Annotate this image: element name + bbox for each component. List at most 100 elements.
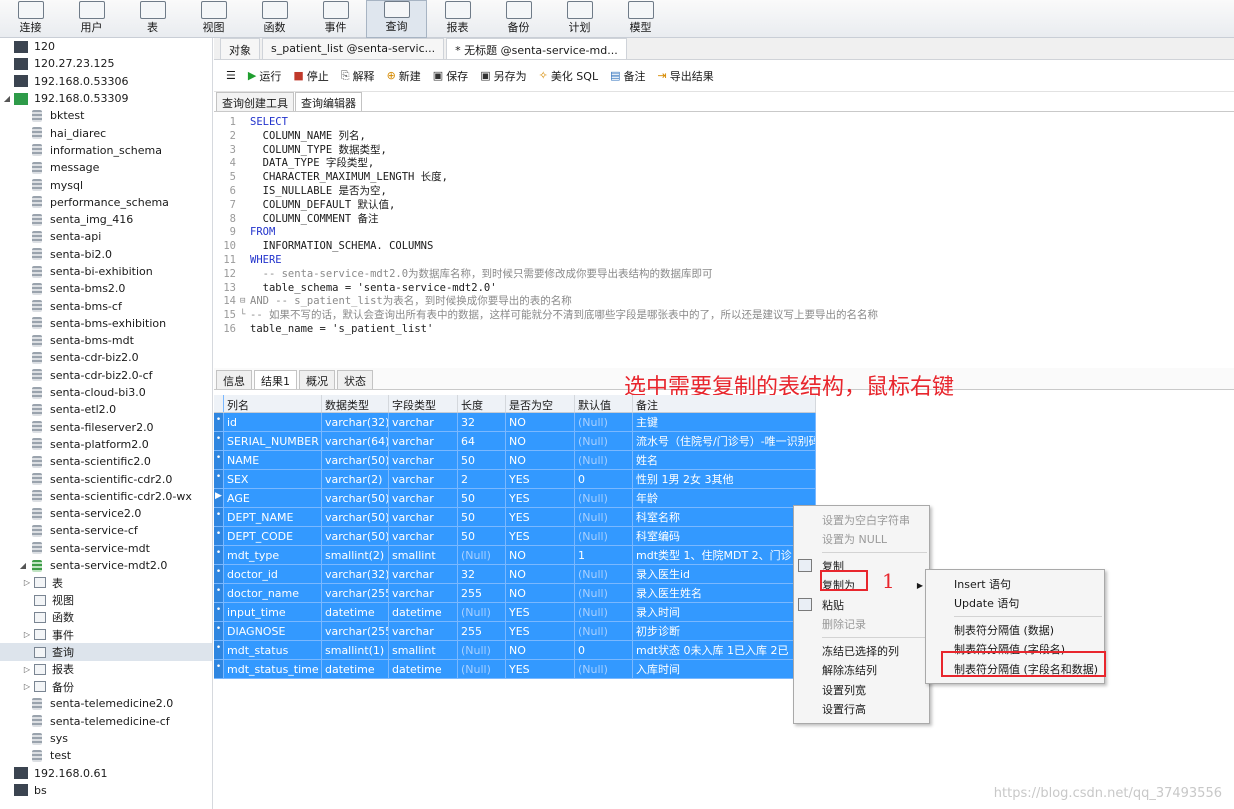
table-cell[interactable]: varchar: [389, 622, 458, 640]
table-cell[interactable]: NO: [506, 432, 575, 450]
table-cell[interactable]: doctor_name: [224, 584, 322, 602]
row-marker[interactable]: •: [214, 660, 224, 678]
tree-item[interactable]: 192.168.0.53306: [0, 73, 212, 90]
menu-item[interactable]: 冻结已选择的列: [794, 641, 929, 661]
table-row[interactable]: • mdt_type smallint(2) smallint (Null) NO 1 mdt…: [214, 546, 816, 565]
table-row[interactable]: •doctor_namevarchar(255)varchar255NO(Nul…: [214, 584, 816, 603]
table-cell[interactable]: varchar: [389, 527, 458, 545]
toolbar-button-8[interactable]: 备份: [488, 0, 549, 38]
row-marker[interactable]: •: [214, 508, 224, 526]
table-row[interactable]: • id varchar(32) varchar 32 NO (Null) 主键: [214, 413, 816, 432]
table-cell[interactable]: (Null): [575, 584, 633, 602]
tree-item[interactable]: senta-etl2.0: [0, 401, 212, 418]
table-cell[interactable]: (Null): [575, 527, 633, 545]
table-cell[interactable]: NO: [506, 584, 575, 602]
toolbar-button-1[interactable]: 用户: [61, 0, 122, 38]
table-cell[interactable]: SERIAL_NUMBER: [224, 432, 322, 450]
table-cell[interactable]: NO: [506, 413, 575, 431]
toolbar-button-10[interactable]: 模型: [610, 0, 671, 38]
toolbar-button-3[interactable]: 视图: [183, 0, 244, 38]
table-cell[interactable]: doctor_id: [224, 565, 322, 583]
row-marker[interactable]: •: [214, 641, 224, 659]
row-marker[interactable]: •: [214, 451, 224, 469]
table-cell[interactable]: 255: [458, 622, 506, 640]
table-cell[interactable]: 0: [575, 641, 633, 659]
table-cell[interactable]: 入库时间: [633, 660, 816, 678]
menu-item[interactable]: 制表符分隔值 (数据): [926, 620, 1104, 640]
tree-item[interactable]: 120.27.23.125: [0, 55, 212, 72]
tree-item[interactable]: senta-bms-exhibition: [0, 315, 212, 332]
table-cell[interactable]: YES: [506, 527, 575, 545]
query-mode-tab-1[interactable]: 查询编辑器: [295, 92, 362, 111]
table-row[interactable]: • DEPT_CODE varchar(50) varchar 50 YES (Null) 科…: [214, 527, 816, 546]
table-cell[interactable]: (Null): [575, 565, 633, 583]
table-cell[interactable]: 录入医生id: [633, 565, 816, 583]
table-cell[interactable]: varchar: [389, 584, 458, 602]
row-marker[interactable]: •: [214, 527, 224, 545]
toolbar-button-9[interactable]: 计划: [549, 0, 610, 38]
table-cell[interactable]: (Null): [575, 622, 633, 640]
table-cell[interactable]: 2: [458, 470, 506, 488]
object-tab-1[interactable]: s_patient_list @senta-servic...: [262, 38, 445, 59]
table-cell[interactable]: smallint: [389, 641, 458, 659]
table-cell[interactable]: mdt_status: [224, 641, 322, 659]
table-row[interactable]: ▶ AGE varchar(50) varchar 50 YES (Null) 年龄: [214, 489, 816, 508]
table-row[interactable]: • input_time datetime datetime (Null) YES (Nul…: [214, 603, 816, 622]
table-cell[interactable]: 50: [458, 451, 506, 469]
table-cell[interactable]: NO: [506, 565, 575, 583]
column-header[interactable]: 数据类型: [322, 395, 389, 412]
table-cell[interactable]: varchar(50): [322, 451, 389, 469]
tree-item[interactable]: senta-cdr-biz2.0: [0, 349, 212, 366]
table-cell[interactable]: varchar: [389, 489, 458, 507]
table-cell[interactable]: YES: [506, 603, 575, 621]
table-cell[interactable]: 32: [458, 413, 506, 431]
table-cell[interactable]: (Null): [458, 660, 506, 678]
table-cell[interactable]: varchar: [389, 413, 458, 431]
table-row[interactable]: • SERIAL_NUMBER varchar(64) varchar 64 NO (Nul…: [214, 432, 816, 451]
query-toolbar-button-0[interactable]: ▶ 运行: [248, 68, 281, 84]
table-cell[interactable]: varchar(32): [322, 413, 389, 431]
tree-item[interactable]: senta-bms-cf: [0, 297, 212, 314]
tree-item[interactable]: 120: [0, 38, 212, 55]
table-cell[interactable]: smallint: [389, 546, 458, 564]
sql-editor[interactable]: 1 SELECT 2 COLUMN_NAME 列名, 3 COLUMN_TYPE 数据…: [214, 114, 1234, 368]
table-cell[interactable]: 科室编码: [633, 527, 816, 545]
table-cell[interactable]: 0: [575, 470, 633, 488]
table-row[interactable]: • mdt_status smallint(1) smallint (Null) NO 0 m…: [214, 641, 816, 660]
table-cell[interactable]: varchar: [389, 508, 458, 526]
tree-item[interactable]: senta-bms-mdt: [0, 332, 212, 349]
connection-tree[interactable]: 120 120.27.23.125 192.168.0.53306 ◢ 192.168.…: [0, 38, 213, 809]
table-cell[interactable]: 50: [458, 527, 506, 545]
table-cell[interactable]: smallint(1): [322, 641, 389, 659]
table-cell[interactable]: (Null): [575, 432, 633, 450]
table-cell[interactable]: NAME: [224, 451, 322, 469]
tree-item[interactable]: 查询: [0, 643, 212, 661]
table-cell[interactable]: varchar: [389, 451, 458, 469]
column-header[interactable]: 是否为空: [506, 395, 575, 412]
query-toolbar-button-7[interactable]: ▤ 备注: [610, 68, 645, 84]
table-cell[interactable]: mdt_type: [224, 546, 322, 564]
table-cell[interactable]: varchar: [389, 565, 458, 583]
table-cell[interactable]: id: [224, 413, 322, 431]
table-cell[interactable]: (Null): [575, 603, 633, 621]
table-cell[interactable]: SEX: [224, 470, 322, 488]
tree-item[interactable]: performance_schema: [0, 194, 212, 211]
tree-item[interactable]: ◢ senta-service-mdt2.0: [0, 557, 212, 574]
table-cell[interactable]: 32: [458, 565, 506, 583]
object-tab-0[interactable]: 对象: [220, 38, 260, 59]
row-marker[interactable]: •: [214, 584, 224, 602]
tree-item[interactable]: hai_diarec: [0, 124, 212, 141]
tree-item[interactable]: message: [0, 159, 212, 176]
table-cell[interactable]: YES: [506, 508, 575, 526]
table-cell[interactable]: YES: [506, 622, 575, 640]
row-marker[interactable]: •: [214, 470, 224, 488]
table-cell[interactable]: (Null): [458, 603, 506, 621]
tree-item[interactable]: ▷ 表: [0, 574, 212, 591]
table-cell[interactable]: mdt类型 1、住院MDT 2、门诊: [633, 546, 816, 564]
table-cell[interactable]: (Null): [458, 641, 506, 659]
toolbar-button-4[interactable]: 函数: [244, 0, 305, 38]
table-cell[interactable]: (Null): [575, 451, 633, 469]
tree-item[interactable]: ▷ 报表: [0, 661, 212, 678]
table-cell[interactable]: YES: [506, 489, 575, 507]
result-tab-1[interactable]: 结果1: [254, 370, 297, 389]
